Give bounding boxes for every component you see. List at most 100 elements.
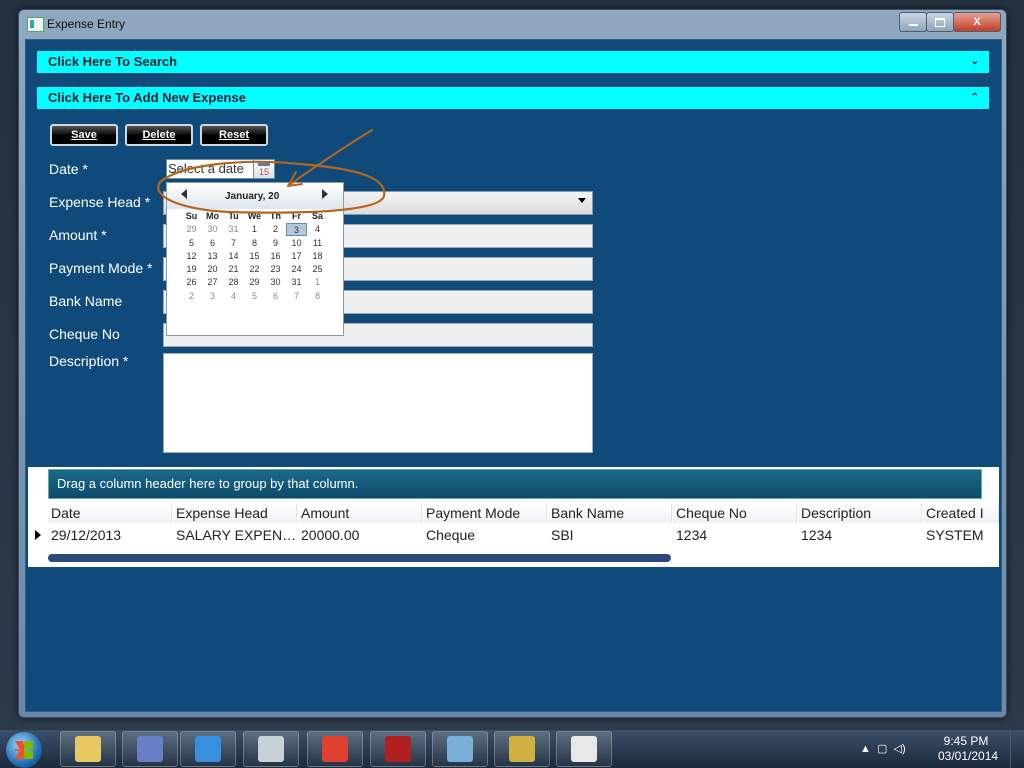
cheque-no-label: Cheque No: [49, 326, 120, 342]
tray-icons[interactable]: ▲ ▢ ◁): [860, 742, 906, 755]
calendar-day[interactable]: 4: [307, 223, 328, 235]
calendar-month-label[interactable]: January, 20: [225, 191, 279, 202]
bank-name-label: Bank Name: [49, 293, 123, 309]
calendar-day[interactable]: 6: [202, 237, 223, 249]
calendar-day[interactable]: 26: [181, 276, 202, 288]
calendar-day[interactable]: 7: [223, 237, 244, 249]
calendar-day[interactable]: 6: [265, 290, 286, 302]
calendar-day[interactable]: 5: [181, 237, 202, 249]
calendar-day[interactable]: 30: [202, 223, 223, 235]
calendar-day[interactable]: 31: [223, 223, 244, 235]
sql-icon: [447, 736, 473, 762]
column-header[interactable]: Expense Head: [173, 503, 297, 523]
calendar-day[interactable]: 2: [265, 223, 286, 235]
calendar-day[interactable]: 14: [223, 250, 244, 262]
column-header[interactable]: Created I: [923, 503, 999, 523]
maximize-button[interactable]: [926, 12, 954, 32]
calendar-day[interactable]: 4: [223, 290, 244, 302]
calendar-day[interactable]: 5: [244, 290, 265, 302]
calendar-day[interactable]: 7: [286, 290, 307, 302]
calendar-next-icon[interactable]: [322, 189, 328, 199]
search-expander[interactable]: Click Here To Search ⌄: [37, 51, 989, 73]
calendar-day[interactable]: 29: [244, 276, 265, 288]
horizontal-scrollbar[interactable]: [48, 554, 671, 562]
taskbar: ▲ ▢ ◁) 9:45 PM 03/01/2014: [0, 730, 1024, 768]
taskbar-button[interactable]: [243, 731, 299, 767]
calendar-day[interactable]: 1: [307, 276, 328, 288]
close-icon: X: [973, 16, 981, 28]
visual-studio-icon: [137, 736, 163, 762]
calendar-day[interactable]: 19: [181, 263, 202, 275]
save-button[interactable]: Save: [50, 124, 118, 146]
payment-mode-label: Payment Mode *: [49, 260, 153, 276]
expense-entry-window: Expense Entry X Click Here To Search ⌄ C…: [18, 9, 1007, 718]
calendar-day[interactable]: 29: [181, 223, 202, 235]
calendar-day[interactable]: 16: [265, 250, 286, 262]
calendar-day[interactable]: 24: [286, 263, 307, 275]
show-desktop-button[interactable]: [1010, 730, 1024, 768]
calendar-day[interactable]: 12: [181, 250, 202, 262]
maximize-icon: [935, 17, 945, 27]
calendar-day[interactable]: 10: [286, 237, 307, 249]
start-button[interactable]: [6, 732, 42, 768]
calendar-day[interactable]: 8: [307, 290, 328, 302]
desktop-edge-mark: [0, 2, 18, 16]
calendar-day[interactable]: 9: [265, 237, 286, 249]
calendar-weekday: Sa: [311, 211, 323, 221]
minimize-button[interactable]: [899, 12, 927, 32]
calendar-day[interactable]: 25: [307, 263, 328, 275]
taskbar-button[interactable]: [432, 731, 488, 767]
column-header[interactable]: Cheque No: [673, 503, 797, 523]
calendar-day[interactable]: 28: [223, 276, 244, 288]
reset-button[interactable]: Reset: [200, 124, 268, 146]
calendar-day[interactable]: 17: [286, 250, 307, 262]
calendar-day[interactable]: 13: [202, 250, 223, 262]
taskbar-button[interactable]: [494, 731, 550, 767]
tools-icon: [509, 736, 535, 762]
description-field[interactable]: [163, 353, 593, 453]
column-header[interactable]: Date: [48, 503, 172, 523]
column-header[interactable]: Amount: [298, 503, 422, 523]
taskbar-button[interactable]: [60, 731, 116, 767]
calendar-day[interactable]: 23: [265, 263, 286, 275]
calendar-day[interactable]: 2: [181, 290, 202, 302]
terminal-icon: [571, 736, 597, 762]
column-header[interactable]: Payment Mode: [423, 503, 547, 523]
calendar-day[interactable]: 18: [307, 250, 328, 262]
system-clock[interactable]: 9:45 PM 03/01/2014: [938, 734, 998, 764]
calendar-day[interactable]: 15: [244, 250, 265, 262]
calendar-day[interactable]: 21: [223, 263, 244, 275]
taskbar-button[interactable]: [122, 731, 178, 767]
delete-button[interactable]: Delete: [125, 124, 193, 146]
amount-label: Amount *: [49, 227, 107, 243]
calendar-weekday: Su: [185, 211, 198, 221]
calendar-day[interactable]: 3: [286, 223, 307, 236]
calendar-day[interactable]: 22: [244, 263, 265, 275]
calendar-day[interactable]: 11: [307, 237, 328, 249]
calendar-day[interactable]: 8: [244, 237, 265, 249]
taskbar-button[interactable]: [307, 731, 363, 767]
close-button[interactable]: X: [953, 12, 1001, 32]
add-expense-expander[interactable]: Click Here To Add New Expense ⌃: [37, 87, 989, 109]
calendar-button[interactable]: 15: [253, 159, 275, 179]
title-bar[interactable]: Expense Entry X: [19, 10, 1006, 38]
column-header[interactable]: Description: [798, 503, 922, 523]
search-expander-label: Click Here To Search: [48, 54, 178, 69]
calendar-grid: Su Mo Tu We Th Fr Sa 29 30 31 1 2 3 4 5 6 7 8 9 10 11 12 13 14 1…: [181, 210, 341, 302]
expense-grid: Drag a column header here to group by th…: [28, 467, 999, 567]
calendar-day[interactable]: 30: [265, 276, 286, 288]
calendar-day[interactable]: 1: [244, 223, 265, 235]
calendar-weekday: Mo: [206, 211, 219, 221]
calendar-day[interactable]: 31: [286, 276, 307, 288]
group-by-panel[interactable]: Drag a column header here to group by th…: [48, 469, 982, 499]
column-header[interactable]: Bank Name: [548, 503, 672, 523]
calendar-day[interactable]: 20: [202, 263, 223, 275]
taskbar-button[interactable]: [180, 731, 236, 767]
calendar-day[interactable]: 3: [202, 290, 223, 302]
taskbar-button[interactable]: [370, 731, 426, 767]
chevron-up-icon: ⌃: [970, 92, 979, 103]
calendar-day[interactable]: 27: [202, 276, 223, 288]
taskbar-button[interactable]: [556, 731, 612, 767]
date-label: Date *: [49, 161, 88, 177]
calendar-prev-icon[interactable]: [181, 189, 187, 199]
